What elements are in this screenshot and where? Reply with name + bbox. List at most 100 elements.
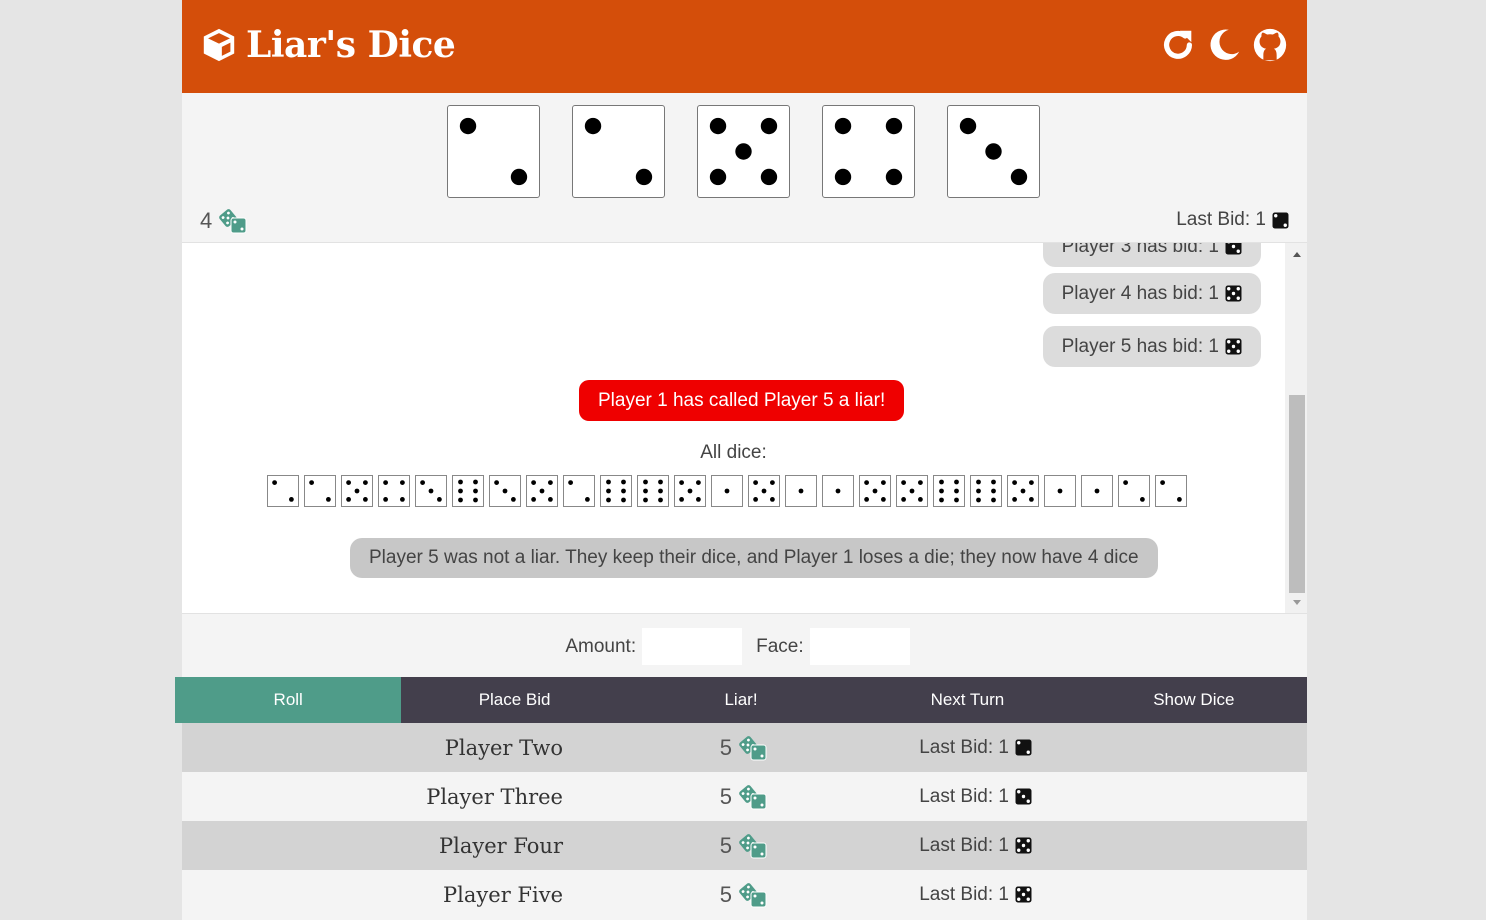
- scrollbar-thumb[interactable]: [1289, 395, 1305, 593]
- player-die: [822, 105, 915, 198]
- place-bid-button[interactable]: Place Bid: [401, 677, 627, 723]
- opponent-last-bid-label: Last Bid: 1: [919, 883, 1009, 905]
- bid-message-text: Player 5 has bid: 1: [1061, 335, 1219, 357]
- revealed-die: [896, 475, 928, 507]
- app-title: Liar's Dice: [246, 24, 456, 66]
- player-die: [697, 105, 790, 198]
- die-face-icon: [1225, 285, 1242, 302]
- roll-button[interactable]: Roll: [175, 677, 402, 723]
- opponent-last-bid: Last Bid: 1: [768, 835, 1032, 857]
- revealed-die: [526, 475, 558, 507]
- player-dice: [447, 105, 1040, 198]
- revealed-die: [304, 475, 336, 507]
- app-container: Liar's Dice 4 Last Bid: 1 Player 3 has b…: [175, 0, 1307, 920]
- chat-log[interactable]: Player 3 has bid: 1 Player 4 has bid: 1 …: [182, 242, 1307, 614]
- opponent-row: Player Three 5 Last Bid: 1: [182, 772, 1307, 821]
- dice-pair-icon: [738, 882, 768, 908]
- opponent-last-bid-label: Last Bid: 1: [919, 736, 1009, 758]
- amount-label: Amount:: [565, 635, 637, 657]
- player-last-bid: Last Bid: 1: [1176, 209, 1289, 231]
- revealed-die: [489, 475, 521, 507]
- header-actions: [1159, 26, 1289, 64]
- chat-scrollbar[interactable]: [1285, 243, 1307, 613]
- revealed-die: [711, 475, 743, 507]
- github-icon[interactable]: [1251, 26, 1289, 64]
- die-face-icon: [1015, 886, 1032, 903]
- player-die: [947, 105, 1040, 198]
- revealed-die: [1155, 475, 1187, 507]
- scroll-up-arrow-icon[interactable]: [1293, 252, 1301, 257]
- opponent-dice-count: 5: [563, 735, 768, 761]
- opponent-last-bid-label: Last Bid: 1: [919, 834, 1009, 856]
- revealed-die: [563, 475, 595, 507]
- show-dice-button[interactable]: Show Dice: [1081, 677, 1307, 723]
- bid-message: Player 4 has bid: 1: [1042, 273, 1261, 314]
- revealed-die: [1044, 475, 1076, 507]
- revealed-die: [822, 475, 854, 507]
- opponent-row: Player Five 5 Last Bid: 1: [182, 870, 1307, 919]
- opponent-last-bid: Last Bid: 1: [768, 884, 1032, 906]
- opponent-dice-count-value: 5: [719, 881, 732, 907]
- dice-pair-icon: [738, 784, 768, 810]
- revealed-die: [970, 475, 1002, 507]
- face-input[interactable]: [809, 628, 910, 665]
- opponent-dice-count-value: 5: [719, 734, 732, 760]
- action-bar: Roll Place Bid Liar! Next Turn Show Dice: [175, 677, 1307, 723]
- die-face-icon: [1015, 739, 1032, 756]
- opponent-name: Player Two: [444, 735, 563, 760]
- liar-call-message: Player 1 has called Player 5 a liar!: [579, 380, 905, 421]
- opponent-dice-count-value: 5: [719, 832, 732, 858]
- dice-logo-icon: [203, 28, 235, 62]
- player-die: [572, 105, 665, 198]
- logo: Liar's Dice: [200, 24, 456, 66]
- revealed-die: [341, 475, 373, 507]
- opponent-last-bid-label: Last Bid: 1: [919, 785, 1009, 807]
- dice-pair-icon: [738, 833, 768, 859]
- bid-message: Player 3 has bid: 1: [1042, 243, 1261, 267]
- bid-form: Amount: Face:: [182, 628, 1307, 665]
- revealed-die: [1081, 475, 1113, 507]
- revealed-die: [1007, 475, 1039, 507]
- amount-input[interactable]: [642, 628, 743, 665]
- die-face-icon: [1015, 837, 1032, 854]
- bid-message-text: Player 4 has bid: 1: [1061, 282, 1219, 304]
- opponent-name: Player Three: [426, 784, 563, 809]
- opponent-last-bid: Last Bid: 1: [768, 737, 1032, 759]
- revealed-die: [1118, 475, 1150, 507]
- scroll-down-arrow-icon[interactable]: [1293, 600, 1301, 605]
- bid-message: Player 5 has bid: 1: [1042, 326, 1261, 367]
- opponent-row: Player Four 5 Last Bid: 1: [182, 821, 1307, 870]
- player-dice-count-value: 4: [200, 208, 213, 233]
- dice-pair-icon: [738, 735, 768, 761]
- opponent-dice-count: 5: [563, 833, 768, 859]
- die-face-icon: [1272, 212, 1289, 229]
- refresh-icon[interactable]: [1159, 26, 1197, 64]
- revealed-die: [452, 475, 484, 507]
- revealed-die: [674, 475, 706, 507]
- opponent-dice-count: 5: [563, 784, 768, 810]
- opponent-dice-count-value: 5: [719, 783, 732, 809]
- next-turn-button[interactable]: Next Turn: [854, 677, 1080, 723]
- round-result-message: Player 5 was not a liar. They keep their…: [350, 538, 1158, 578]
- opponent-last-bid: Last Bid: 1: [768, 786, 1032, 808]
- opponent-dice-count: 5: [563, 882, 768, 908]
- moon-icon[interactable]: [1205, 26, 1243, 64]
- player-die: [447, 105, 540, 198]
- all-dice-label: All dice:: [700, 442, 767, 463]
- revealed-die: [637, 475, 669, 507]
- revealed-die: [600, 475, 632, 507]
- die-face-icon: [1225, 338, 1242, 355]
- player-dice-count: 4: [200, 208, 248, 234]
- opponent-name: Player Five: [443, 882, 563, 907]
- revealed-die: [267, 475, 299, 507]
- die-face-icon: [1225, 243, 1242, 255]
- opponent-name: Player Four: [438, 833, 563, 858]
- revealed-die: [748, 475, 780, 507]
- player-last-bid-label: Last Bid: 1: [1176, 209, 1266, 230]
- dice-pair-icon: [218, 208, 248, 234]
- all-dice-list: [267, 475, 1187, 507]
- revealed-die: [785, 475, 817, 507]
- face-label: Face:: [756, 635, 804, 657]
- opponents-list: Player Two 5 Last Bid: 1 Player Three 5: [182, 723, 1307, 919]
- liar-button[interactable]: Liar!: [628, 677, 854, 723]
